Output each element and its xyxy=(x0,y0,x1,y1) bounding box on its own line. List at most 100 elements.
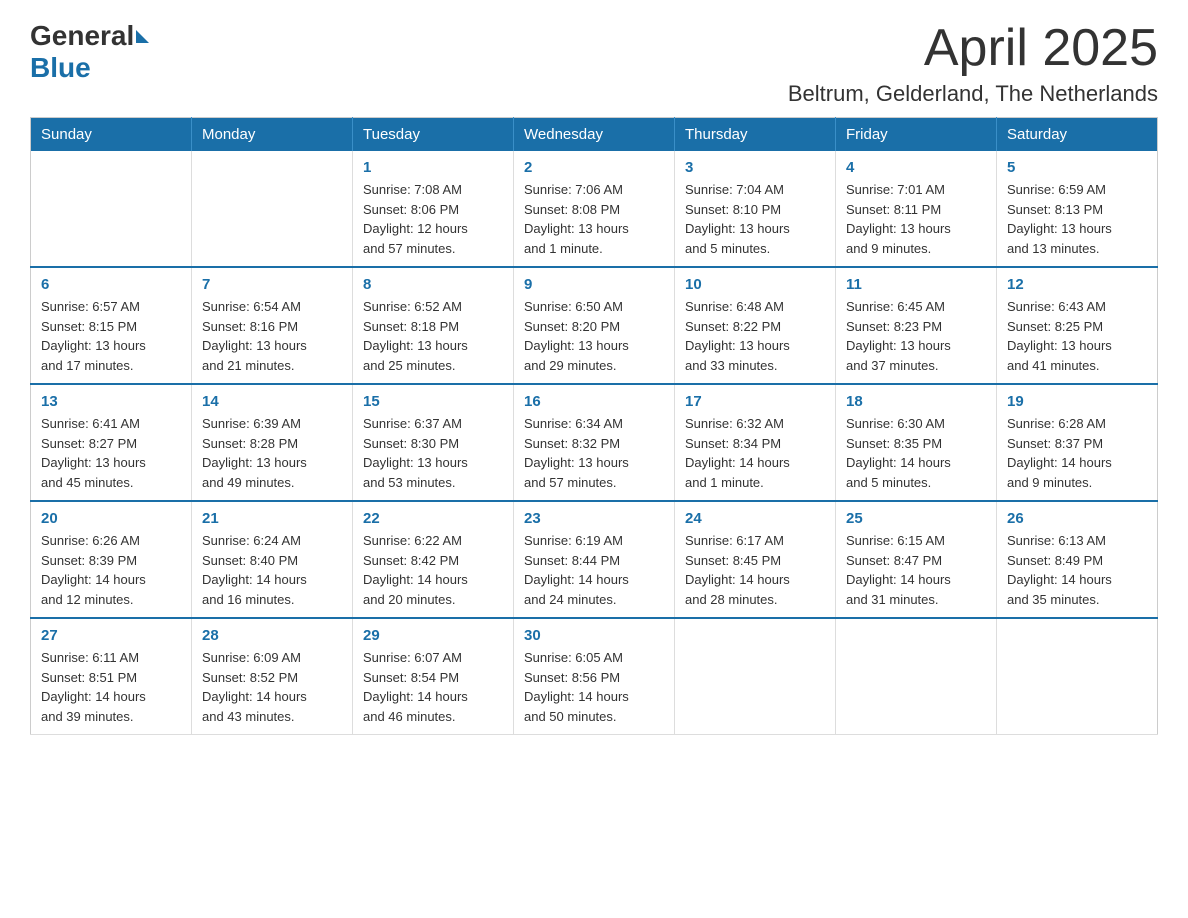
day-number: 4 xyxy=(846,159,986,176)
day-info: Sunrise: 6:11 AM Sunset: 8:51 PM Dayligh… xyxy=(41,648,181,726)
logo-arrow-icon xyxy=(136,30,149,43)
day-number: 29 xyxy=(363,627,503,644)
day-number: 26 xyxy=(1007,510,1147,527)
weekday-header-row: SundayMondayTuesdayWednesdayThursdayFrid… xyxy=(31,118,1158,152)
calendar-cell: 5 Sunrise: 6:59 AM Sunset: 8:13 PM Daylig… xyxy=(997,151,1158,267)
day-info: Sunrise: 6:59 AM Sunset: 8:13 PM Dayligh… xyxy=(1007,180,1147,258)
day-info: Sunrise: 6:39 AM Sunset: 8:28 PM Dayligh… xyxy=(202,414,342,492)
logo-general-text: General xyxy=(30,20,134,52)
day-info: Sunrise: 6:15 AM Sunset: 8:47 PM Dayligh… xyxy=(846,531,986,609)
calendar-cell: 25 Sunrise: 6:15 AM Sunset: 8:47 PM Dayli… xyxy=(836,501,997,618)
day-number: 10 xyxy=(685,276,825,293)
calendar-cell: 17 Sunrise: 6:32 AM Sunset: 8:34 PM Dayli… xyxy=(675,384,836,501)
calendar-cell: 10 Sunrise: 6:48 AM Sunset: 8:22 PM Dayli… xyxy=(675,267,836,384)
day-number: 6 xyxy=(41,276,181,293)
day-number: 28 xyxy=(202,627,342,644)
day-info: Sunrise: 6:52 AM Sunset: 8:18 PM Dayligh… xyxy=(363,297,503,375)
day-number: 1 xyxy=(363,159,503,176)
day-info: Sunrise: 6:54 AM Sunset: 8:16 PM Dayligh… xyxy=(202,297,342,375)
calendar-week-row: 6 Sunrise: 6:57 AM Sunset: 8:15 PM Daylig… xyxy=(31,267,1158,384)
page-container: General Blue April 2025 Beltrum, Gelderl… xyxy=(30,20,1158,735)
day-number: 15 xyxy=(363,393,503,410)
logo-row: General xyxy=(30,20,149,52)
day-number: 13 xyxy=(41,393,181,410)
calendar-cell: 6 Sunrise: 6:57 AM Sunset: 8:15 PM Daylig… xyxy=(31,267,192,384)
day-info: Sunrise: 6:24 AM Sunset: 8:40 PM Dayligh… xyxy=(202,531,342,609)
calendar-cell: 28 Sunrise: 6:09 AM Sunset: 8:52 PM Dayli… xyxy=(192,618,353,735)
day-number: 7 xyxy=(202,276,342,293)
calendar-cell: 23 Sunrise: 6:19 AM Sunset: 8:44 PM Dayli… xyxy=(514,501,675,618)
calendar-cell: 22 Sunrise: 6:22 AM Sunset: 8:42 PM Dayli… xyxy=(353,501,514,618)
day-number: 23 xyxy=(524,510,664,527)
calendar-cell xyxy=(836,618,997,735)
weekday-header-monday: Monday xyxy=(192,118,353,152)
calendar-week-row: 1 Sunrise: 7:08 AM Sunset: 8:06 PM Daylig… xyxy=(31,151,1158,267)
day-info: Sunrise: 6:07 AM Sunset: 8:54 PM Dayligh… xyxy=(363,648,503,726)
day-info: Sunrise: 7:08 AM Sunset: 8:06 PM Dayligh… xyxy=(363,180,503,258)
calendar-cell: 27 Sunrise: 6:11 AM Sunset: 8:51 PM Dayli… xyxy=(31,618,192,735)
month-title: April 2025 xyxy=(788,20,1158,77)
day-number: 9 xyxy=(524,276,664,293)
weekday-header-wednesday: Wednesday xyxy=(514,118,675,152)
day-number: 8 xyxy=(363,276,503,293)
calendar-cell: 15Sunrise: 6:37 AM Sunset: 8:30 PM Dayli… xyxy=(353,384,514,501)
calendar-cell: 1 Sunrise: 7:08 AM Sunset: 8:06 PM Daylig… xyxy=(353,151,514,267)
day-number: 21 xyxy=(202,510,342,527)
day-number: 12 xyxy=(1007,276,1147,293)
weekday-header-thursday: Thursday xyxy=(675,118,836,152)
calendar-cell: 21 Sunrise: 6:24 AM Sunset: 8:40 PM Dayli… xyxy=(192,501,353,618)
calendar-cell xyxy=(192,151,353,267)
day-number: 30 xyxy=(524,627,664,644)
calendar-cell: 13Sunrise: 6:41 AM Sunset: 8:27 PM Dayli… xyxy=(31,384,192,501)
calendar-week-row: 27 Sunrise: 6:11 AM Sunset: 8:51 PM Dayli… xyxy=(31,618,1158,735)
calendar-cell: 9Sunrise: 6:50 AM Sunset: 8:20 PM Daylig… xyxy=(514,267,675,384)
day-info: Sunrise: 7:06 AM Sunset: 8:08 PM Dayligh… xyxy=(524,180,664,258)
day-info: Sunrise: 6:13 AM Sunset: 8:49 PM Dayligh… xyxy=(1007,531,1147,609)
calendar-cell: 19Sunrise: 6:28 AM Sunset: 8:37 PM Dayli… xyxy=(997,384,1158,501)
day-info: Sunrise: 6:48 AM Sunset: 8:22 PM Dayligh… xyxy=(685,297,825,375)
day-info: Sunrise: 7:01 AM Sunset: 8:11 PM Dayligh… xyxy=(846,180,986,258)
day-number: 3 xyxy=(685,159,825,176)
day-number: 17 xyxy=(685,393,825,410)
calendar-cell: 20Sunrise: 6:26 AM Sunset: 8:39 PM Dayli… xyxy=(31,501,192,618)
calendar-header: SundayMondayTuesdayWednesdayThursdayFrid… xyxy=(31,118,1158,152)
day-info: Sunrise: 6:19 AM Sunset: 8:44 PM Dayligh… xyxy=(524,531,664,609)
day-number: 25 xyxy=(846,510,986,527)
day-info: Sunrise: 6:17 AM Sunset: 8:45 PM Dayligh… xyxy=(685,531,825,609)
weekday-header-tuesday: Tuesday xyxy=(353,118,514,152)
day-number: 24 xyxy=(685,510,825,527)
day-info: Sunrise: 6:05 AM Sunset: 8:56 PM Dayligh… xyxy=(524,648,664,726)
day-info: Sunrise: 6:09 AM Sunset: 8:52 PM Dayligh… xyxy=(202,648,342,726)
day-info: Sunrise: 6:43 AM Sunset: 8:25 PM Dayligh… xyxy=(1007,297,1147,375)
header: General Blue April 2025 Beltrum, Gelderl… xyxy=(30,20,1158,107)
calendar-cell: 3Sunrise: 7:04 AM Sunset: 8:10 PM Daylig… xyxy=(675,151,836,267)
day-info: Sunrise: 6:26 AM Sunset: 8:39 PM Dayligh… xyxy=(41,531,181,609)
calendar-cell: 29 Sunrise: 6:07 AM Sunset: 8:54 PM Dayli… xyxy=(353,618,514,735)
day-info: Sunrise: 6:57 AM Sunset: 8:15 PM Dayligh… xyxy=(41,297,181,375)
day-info: Sunrise: 6:32 AM Sunset: 8:34 PM Dayligh… xyxy=(685,414,825,492)
day-info: Sunrise: 6:22 AM Sunset: 8:42 PM Dayligh… xyxy=(363,531,503,609)
day-number: 14 xyxy=(202,393,342,410)
calendar-cell: 4 Sunrise: 7:01 AM Sunset: 8:11 PM Daylig… xyxy=(836,151,997,267)
day-number: 27 xyxy=(41,627,181,644)
calendar-cell: 11 Sunrise: 6:45 AM Sunset: 8:23 PM Dayli… xyxy=(836,267,997,384)
day-number: 22 xyxy=(363,510,503,527)
calendar-cell: 2 Sunrise: 7:06 AM Sunset: 8:08 PM Daylig… xyxy=(514,151,675,267)
day-number: 2 xyxy=(524,159,664,176)
day-info: Sunrise: 6:45 AM Sunset: 8:23 PM Dayligh… xyxy=(846,297,986,375)
calendar-cell xyxy=(997,618,1158,735)
day-info: Sunrise: 6:34 AM Sunset: 8:32 PM Dayligh… xyxy=(524,414,664,492)
calendar-week-row: 13Sunrise: 6:41 AM Sunset: 8:27 PM Dayli… xyxy=(31,384,1158,501)
day-number: 11 xyxy=(846,276,986,293)
calendar-cell: 30 Sunrise: 6:05 AM Sunset: 8:56 PM Dayli… xyxy=(514,618,675,735)
day-number: 5 xyxy=(1007,159,1147,176)
logo: General Blue xyxy=(30,20,149,84)
day-number: 19 xyxy=(1007,393,1147,410)
weekday-header-friday: Friday xyxy=(836,118,997,152)
calendar-cell: 8 Sunrise: 6:52 AM Sunset: 8:18 PM Daylig… xyxy=(353,267,514,384)
weekday-header-saturday: Saturday xyxy=(997,118,1158,152)
calendar-cell: 24 Sunrise: 6:17 AM Sunset: 8:45 PM Dayli… xyxy=(675,501,836,618)
weekday-header-sunday: Sunday xyxy=(31,118,192,152)
calendar-cell: 26 Sunrise: 6:13 AM Sunset: 8:49 PM Dayli… xyxy=(997,501,1158,618)
calendar-cell: 16Sunrise: 6:34 AM Sunset: 8:32 PM Dayli… xyxy=(514,384,675,501)
